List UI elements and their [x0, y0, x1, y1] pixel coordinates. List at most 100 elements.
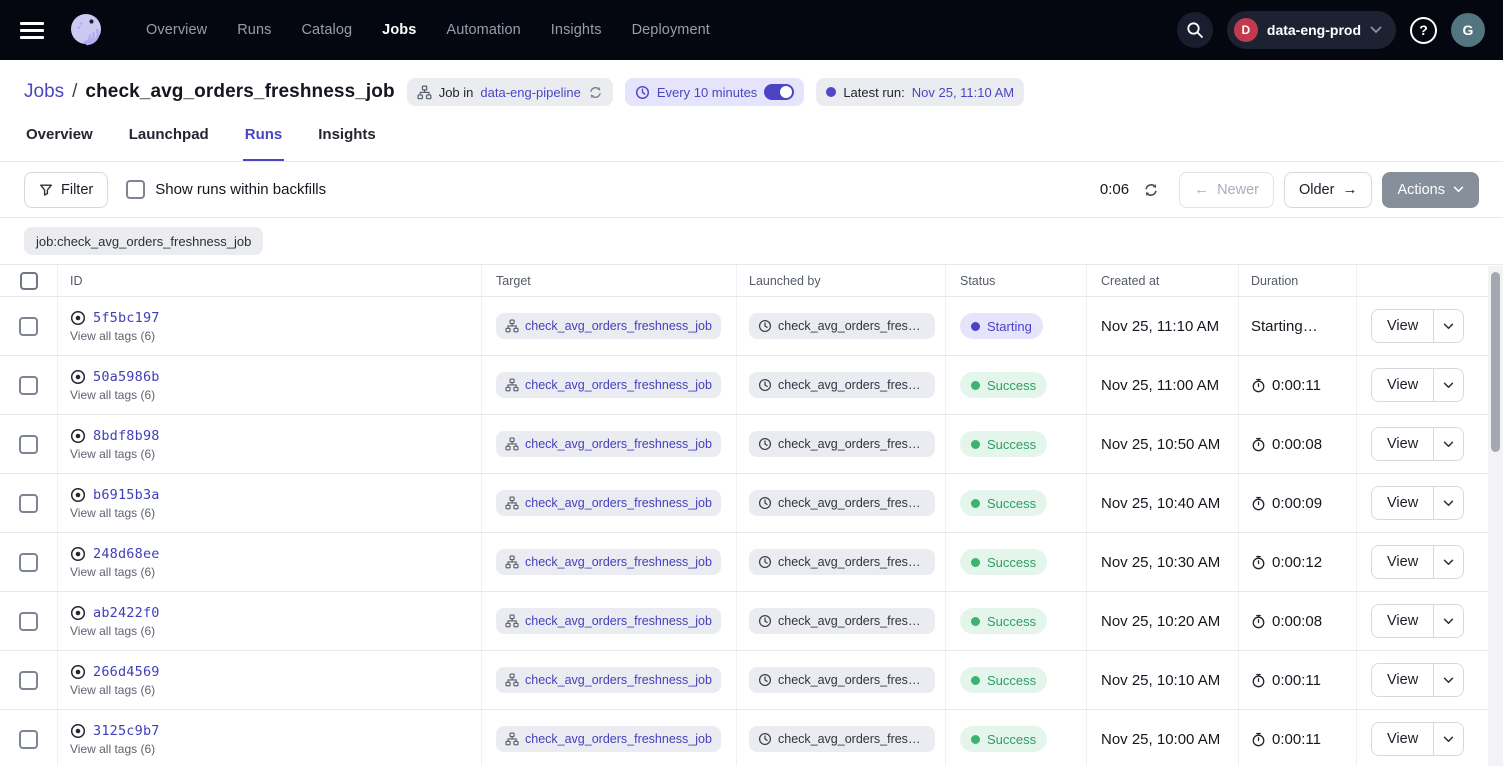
- nav-item-automation[interactable]: Automation: [446, 22, 520, 38]
- toolbar-right: 0:06 ← Newer Older → Actions: [1100, 172, 1479, 208]
- view-dropdown-button[interactable]: [1433, 369, 1463, 401]
- clock-icon: [758, 673, 772, 687]
- pipeline-link[interactable]: data-eng-pipeline: [480, 85, 580, 100]
- actions-button[interactable]: Actions: [1382, 172, 1479, 208]
- nav-item-runs[interactable]: Runs: [237, 22, 271, 38]
- target-pill[interactable]: check_avg_orders_freshness_job: [496, 490, 721, 516]
- filter-button[interactable]: Filter: [24, 172, 108, 208]
- scrollbar-thumb[interactable]: [1491, 272, 1500, 452]
- target-label: check_avg_orders_freshness_job: [525, 614, 712, 628]
- select-all-checkbox[interactable]: [20, 272, 38, 290]
- status-cell: Success: [945, 533, 1086, 591]
- older-button[interactable]: Older →: [1284, 172, 1372, 208]
- nav-item-overview[interactable]: Overview: [146, 22, 207, 38]
- run-id-link[interactable]: b6915b3a: [93, 487, 160, 503]
- dagster-logo-icon[interactable]: [66, 10, 106, 50]
- view-all-tags-link[interactable]: View all tags (6): [70, 506, 155, 520]
- launched-by-pill[interactable]: check_avg_orders_freshn…: [749, 313, 935, 339]
- launched-by-pill[interactable]: check_avg_orders_freshn…: [749, 372, 935, 398]
- newer-button[interactable]: ← Newer: [1179, 172, 1274, 208]
- row-checkbox[interactable]: [19, 435, 38, 454]
- target-pill[interactable]: check_avg_orders_freshness_job: [496, 608, 721, 634]
- job-graph-icon: [505, 437, 519, 451]
- vertical-scrollbar[interactable]: [1488, 266, 1503, 766]
- view-all-tags-link[interactable]: View all tags (6): [70, 565, 155, 579]
- view-button[interactable]: View: [1372, 369, 1433, 401]
- actions-cell: View: [1356, 415, 1488, 473]
- view-button[interactable]: View: [1372, 605, 1433, 637]
- view-dropdown-button[interactable]: [1433, 487, 1463, 519]
- user-avatar[interactable]: G: [1451, 13, 1485, 47]
- target-pill[interactable]: check_avg_orders_freshness_job: [496, 372, 721, 398]
- view-dropdown-button[interactable]: [1433, 664, 1463, 696]
- primary-nav: Overview Runs Catalog Jobs Automation In…: [146, 22, 710, 38]
- run-id-link[interactable]: ab2422f0: [93, 605, 160, 621]
- nav-item-insights[interactable]: Insights: [551, 22, 602, 38]
- tab-insights[interactable]: Insights: [316, 118, 378, 161]
- hamburger-menu-icon[interactable]: [18, 16, 46, 44]
- view-all-tags-link[interactable]: View all tags (6): [70, 683, 155, 697]
- backfills-checkrow: Show runs within backfills: [126, 180, 326, 199]
- target-pill[interactable]: check_avg_orders_freshness_job: [496, 431, 721, 457]
- view-button[interactable]: View: [1372, 428, 1433, 460]
- row-checkbox[interactable]: [19, 730, 38, 749]
- run-id-link[interactable]: 8bdf8b98: [93, 428, 160, 444]
- view-all-tags-link[interactable]: View all tags (6): [70, 447, 155, 461]
- run-id-link[interactable]: 50a5986b: [93, 369, 160, 385]
- view-dropdown-button[interactable]: [1433, 428, 1463, 460]
- reload-icon[interactable]: [588, 85, 603, 100]
- view-all-tags-link[interactable]: View all tags (6): [70, 742, 155, 756]
- view-dropdown-button[interactable]: [1433, 723, 1463, 755]
- view-all-tags-link[interactable]: View all tags (6): [70, 388, 155, 402]
- launched-by-pill[interactable]: check_avg_orders_freshn…: [749, 549, 935, 575]
- search-button[interactable]: [1177, 12, 1213, 48]
- tab-launchpad[interactable]: Launchpad: [127, 118, 211, 161]
- refresh-icon[interactable]: [1141, 180, 1161, 200]
- nav-item-deployment[interactable]: Deployment: [632, 22, 710, 38]
- view-button[interactable]: View: [1372, 723, 1433, 755]
- org-switcher[interactable]: D data-eng-prod: [1227, 11, 1396, 49]
- launched-by-pill[interactable]: check_avg_orders_freshn…: [749, 431, 935, 457]
- view-button[interactable]: View: [1372, 546, 1433, 578]
- row-checkbox[interactable]: [19, 317, 38, 336]
- launched-by-pill[interactable]: check_avg_orders_freshn…: [749, 608, 935, 634]
- status-badge: Success: [960, 490, 1047, 516]
- backfills-checkbox[interactable]: [126, 180, 145, 199]
- target-pill[interactable]: check_avg_orders_freshness_job: [496, 726, 721, 752]
- run-id-link[interactable]: 248d68ee: [93, 546, 160, 562]
- launched-by-pill[interactable]: check_avg_orders_freshn…: [749, 667, 935, 693]
- row-checkbox[interactable]: [19, 671, 38, 690]
- view-button[interactable]: View: [1372, 664, 1433, 696]
- view-dropdown-button[interactable]: [1433, 605, 1463, 637]
- view-button[interactable]: View: [1372, 487, 1433, 519]
- view-all-tags-link[interactable]: View all tags (6): [70, 329, 155, 343]
- latest-run-link[interactable]: Nov 25, 11:10 AM: [912, 85, 1014, 100]
- launched-by-pill[interactable]: check_avg_orders_freshn…: [749, 490, 935, 516]
- launched-by-label: check_avg_orders_freshn…: [778, 496, 926, 510]
- target-pill[interactable]: check_avg_orders_freshness_job: [496, 313, 721, 339]
- row-checkbox[interactable]: [19, 376, 38, 395]
- nav-item-jobs[interactable]: Jobs: [382, 22, 416, 38]
- breadcrumb-jobs-link[interactable]: Jobs: [24, 81, 64, 103]
- nav-item-catalog[interactable]: Catalog: [301, 22, 352, 38]
- run-id-link[interactable]: 3125c9b7: [93, 723, 160, 739]
- created-at-cell: Nov 25, 10:50 AM: [1086, 415, 1238, 473]
- run-id-link[interactable]: 5f5bc197: [93, 310, 160, 326]
- tab-runs[interactable]: Runs: [243, 118, 285, 161]
- job-filter-chip[interactable]: job:check_avg_orders_freshness_job: [24, 227, 263, 255]
- view-all-tags-link[interactable]: View all tags (6): [70, 624, 155, 638]
- tab-overview[interactable]: Overview: [24, 118, 95, 161]
- target-pill[interactable]: check_avg_orders_freshness_job: [496, 667, 721, 693]
- target-pill[interactable]: check_avg_orders_freshness_job: [496, 549, 721, 575]
- help-button[interactable]: ?: [1410, 17, 1437, 44]
- row-checkbox[interactable]: [19, 494, 38, 513]
- schedule-toggle[interactable]: [764, 84, 794, 100]
- chevron-down-icon: [1443, 736, 1454, 743]
- row-checkbox[interactable]: [19, 612, 38, 631]
- launched-by-pill[interactable]: check_avg_orders_freshn…: [749, 726, 935, 752]
- view-dropdown-button[interactable]: [1433, 310, 1463, 342]
- view-dropdown-button[interactable]: [1433, 546, 1463, 578]
- row-checkbox[interactable]: [19, 553, 38, 572]
- view-button[interactable]: View: [1372, 310, 1433, 342]
- run-id-link[interactable]: 266d4569: [93, 664, 160, 680]
